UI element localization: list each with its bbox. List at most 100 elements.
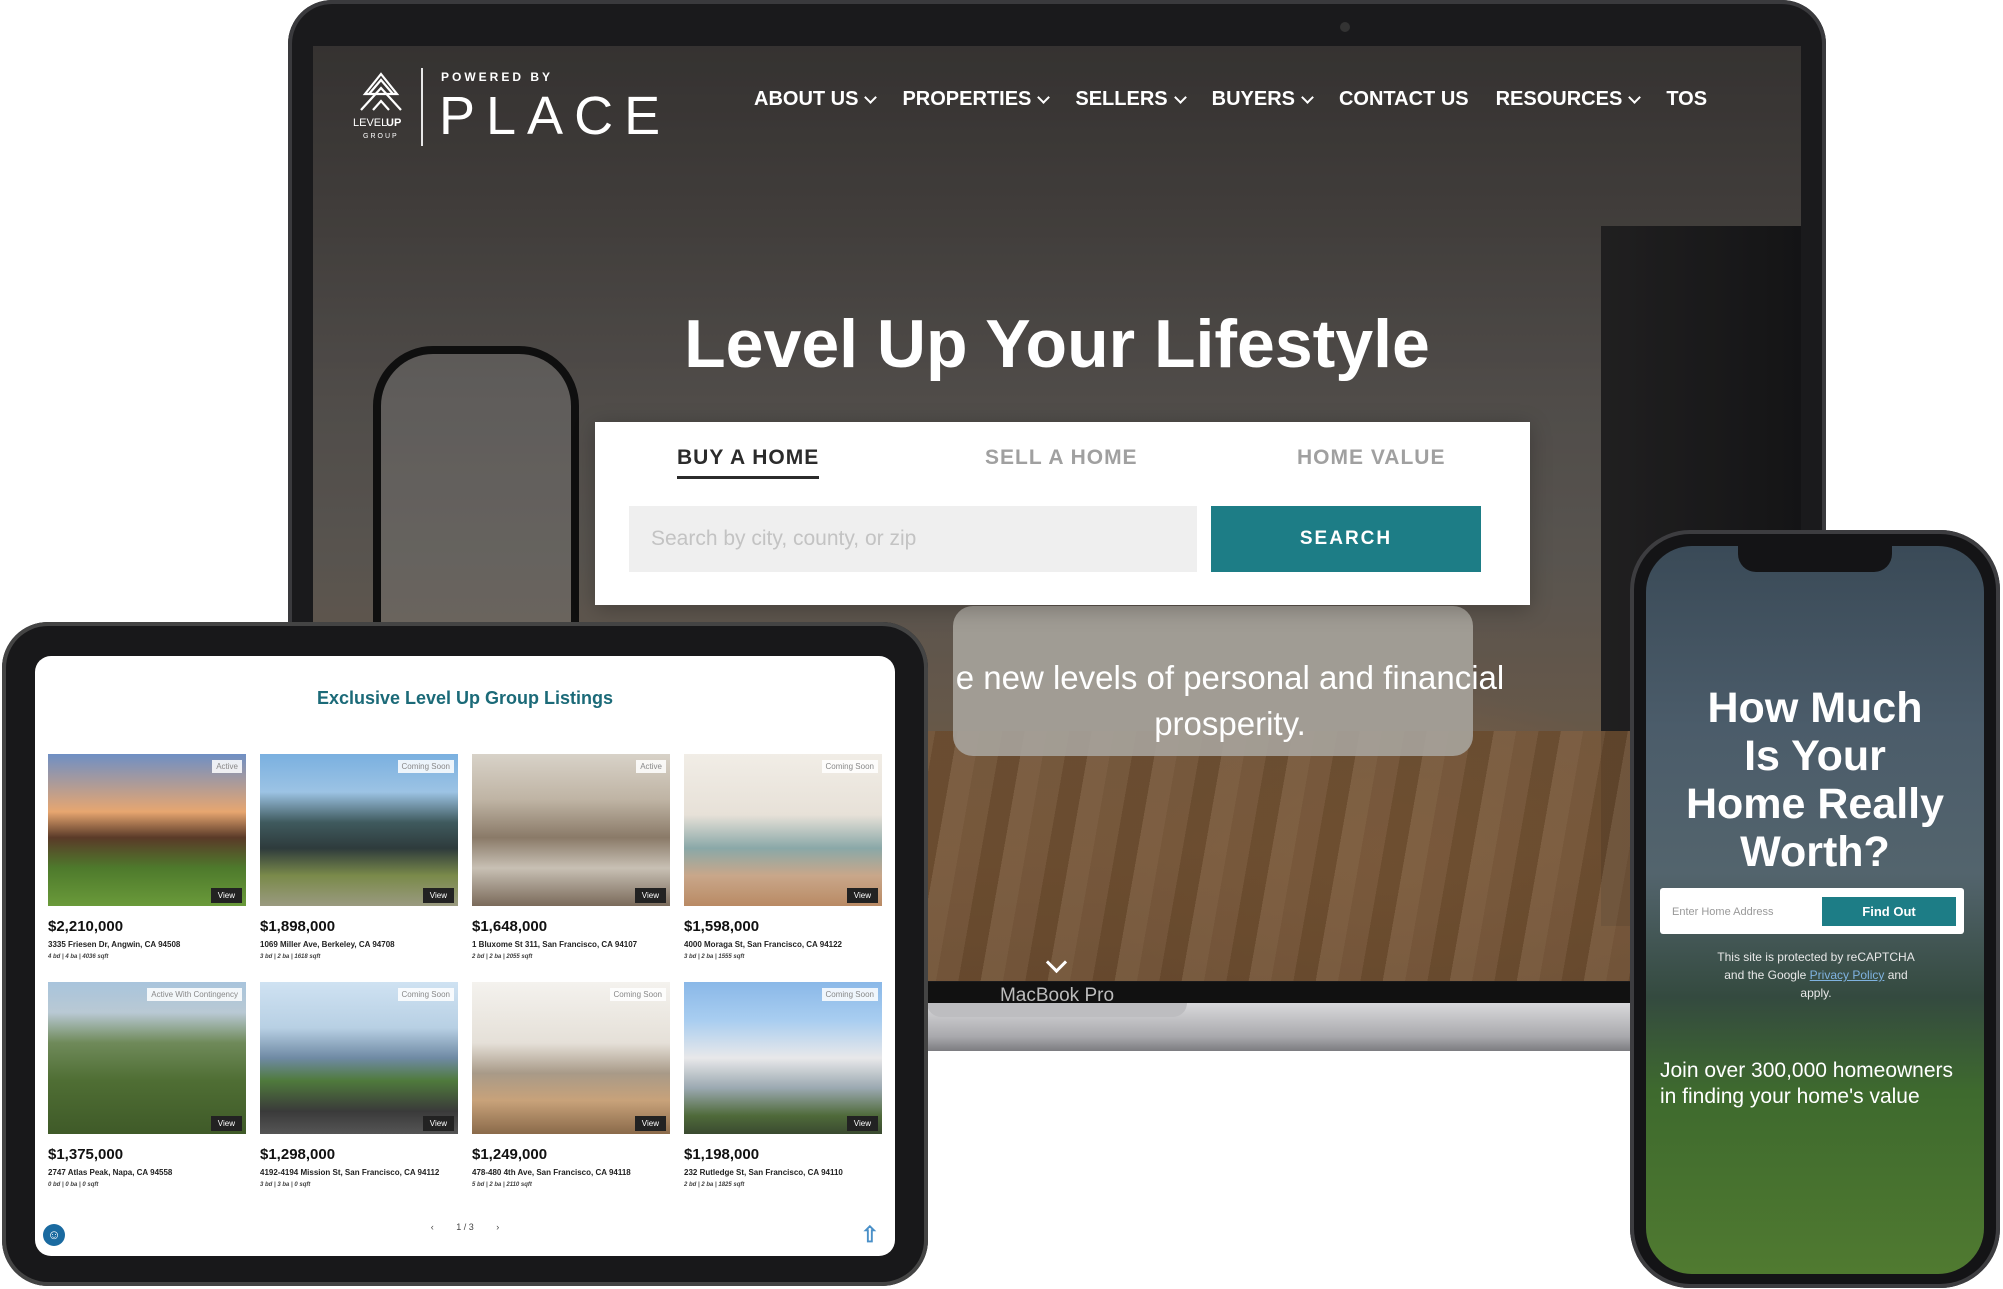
recaptcha-notice: This site is protected by reCAPTCHA and … bbox=[1717, 950, 1915, 1000]
listing-address: 478-480 4th Ave, San Francisco, CA 94118 bbox=[472, 1168, 631, 1177]
chevron-down-icon bbox=[1037, 90, 1051, 104]
pagination: ‹ 1 / 3 › bbox=[35, 1222, 895, 1232]
search-input[interactable] bbox=[629, 506, 1197, 572]
listing-address: 4192-4194 Mission St, San Francisco, CA … bbox=[260, 1168, 440, 1177]
phone-headline: How Much Is Your Home Really Worth? bbox=[1685, 684, 1945, 876]
status-badge: Coming Soon bbox=[609, 988, 666, 1001]
listing-address: 232 Rutledge St, San Francisco, CA 94110 bbox=[684, 1168, 843, 1177]
listings-heading: Exclusive Level Up Group Listings bbox=[316, 688, 614, 708]
listing-price: $1,598,000 bbox=[684, 918, 760, 935]
scroll-to-top-arrow-icon[interactable]: ⇧ bbox=[861, 1222, 879, 1248]
pager-page-indicator: 1 / 3 bbox=[456, 1222, 474, 1232]
logo-brand-place: PLACE bbox=[439, 86, 672, 146]
listing-address: 4000 Moraga St, San Francisco, CA 94122 bbox=[684, 940, 842, 949]
listing-specs: 3 bd | 3 ba | 0 sqft bbox=[260, 1182, 311, 1188]
tablet-screen: Exclusive Level Up Group Listings Active… bbox=[35, 656, 895, 1256]
hero-subtitle: e new levels of personal and financial p… bbox=[920, 655, 1540, 747]
logo-mark-group: GROUP bbox=[363, 133, 399, 140]
view-button[interactable]: View bbox=[210, 888, 242, 903]
phone-screen: How Much Is Your Home Really Worth? Find… bbox=[1646, 546, 1984, 1274]
laptop-notch bbox=[927, 1003, 1187, 1017]
find-out-button[interactable]: Find Out bbox=[1822, 897, 1956, 926]
listing-photo[interactable] bbox=[684, 982, 882, 1134]
listing-specs: 2 bd | 2 ba | 1825 sqft bbox=[684, 1182, 745, 1188]
listing-address: 1069 Miller Ave, Berkeley, CA 94708 bbox=[260, 940, 395, 949]
status-badge: Coming Soon bbox=[397, 760, 454, 773]
listing-card[interactable]: Coming Soon View $1,198,000 232 Rutledge… bbox=[684, 982, 882, 1197]
chevron-down-icon bbox=[864, 90, 878, 104]
phone-notch bbox=[1738, 546, 1892, 572]
tab-buy-a-home[interactable]: BUY A HOME bbox=[677, 446, 820, 479]
chevron-down-icon bbox=[1628, 90, 1642, 104]
listing-card[interactable]: Coming Soon View $1,598,000 4000 Moraga … bbox=[684, 754, 882, 969]
chevron-down-icon bbox=[1301, 90, 1314, 104]
listing-photo[interactable] bbox=[260, 982, 458, 1134]
hero-title: Level Up Your Lifestyle bbox=[684, 306, 1430, 382]
listing-card[interactable]: Active View $1,648,000 1 Bluxome St 311,… bbox=[472, 754, 670, 969]
site-logo[interactable]: LEVEL UP GROUP POWERED BY PLACE bbox=[351, 68, 660, 146]
listing-specs: 4 bd | 4 ba | 4036 sqft bbox=[48, 954, 109, 960]
listing-photo[interactable] bbox=[472, 982, 670, 1134]
status-badge: Coming Soon bbox=[821, 760, 878, 773]
nav-properties[interactable]: PROPERTIES bbox=[902, 88, 1051, 111]
nav-tos[interactable]: TOS bbox=[1666, 88, 1707, 111]
listing-card[interactable]: Coming Soon View $1,298,000 4192-4194 Mi… bbox=[260, 982, 458, 1197]
view-button[interactable]: View bbox=[210, 1116, 242, 1131]
listing-specs: 2 bd | 2 ba | 2055 sqft bbox=[472, 954, 533, 960]
view-button[interactable]: View bbox=[422, 1116, 454, 1131]
pager-prev-icon[interactable]: ‹ bbox=[431, 1222, 434, 1232]
status-badge: Coming Soon bbox=[821, 988, 878, 1001]
listing-price: $1,249,000 bbox=[472, 1146, 548, 1163]
listing-photo[interactable] bbox=[260, 754, 458, 906]
listing-price: $1,648,000 bbox=[472, 918, 548, 935]
pager-next-icon[interactable]: › bbox=[496, 1222, 499, 1232]
listing-photo[interactable] bbox=[472, 754, 670, 906]
logo-mark-up: UP bbox=[386, 117, 401, 129]
view-button[interactable]: View bbox=[634, 1116, 666, 1131]
listing-card[interactable]: Active With Contingency View $1,375,000 … bbox=[48, 982, 246, 1197]
search-button[interactable]: SEARCH bbox=[1211, 506, 1481, 572]
listing-card[interactable]: Coming Soon View $1,898,000 1069 Miller … bbox=[260, 754, 458, 969]
listing-specs: 5 bd | 2 ba | 2110 sqft bbox=[472, 1182, 532, 1188]
listing-card[interactable]: Active View $2,210,000 3335 Friesen Dr, … bbox=[48, 754, 246, 969]
listing-price: $2,210,000 bbox=[48, 918, 124, 935]
status-badge: Active With Contingency bbox=[147, 988, 242, 1001]
listing-price: $1,375,000 bbox=[48, 1146, 124, 1163]
listing-price: $1,298,000 bbox=[260, 1146, 336, 1163]
level-up-group-logo-icon: LEVEL UP GROUP bbox=[353, 72, 402, 140]
listing-specs: 3 bd | 2 ba | 1555 sqft bbox=[684, 954, 745, 960]
listing-photo[interactable] bbox=[48, 982, 246, 1134]
view-button[interactable]: View bbox=[634, 888, 666, 903]
view-button[interactable]: View bbox=[846, 888, 878, 903]
chevron-down-icon bbox=[1173, 90, 1187, 104]
nav-about-us[interactable]: ABOUT US bbox=[754, 88, 878, 111]
home-address-input[interactable] bbox=[1670, 888, 1834, 936]
listing-price: $1,898,000 bbox=[260, 918, 336, 935]
listing-address: 1 Bluxome St 311, San Francisco, CA 9410… bbox=[472, 940, 638, 949]
nav-contact-us[interactable]: CONTACT US bbox=[1339, 88, 1469, 111]
privacy-policy-link[interactable]: Privacy Policy bbox=[1810, 968, 1885, 982]
view-button[interactable]: View bbox=[422, 888, 454, 903]
listing-photo[interactable] bbox=[684, 754, 882, 906]
listing-specs: 0 bd | 0 ba | 0 sqft bbox=[48, 1182, 99, 1188]
listing-card[interactable]: Coming Soon View $1,249,000 478-480 4th … bbox=[472, 982, 670, 1197]
nav-sellers[interactable]: SELLERS bbox=[1075, 88, 1187, 111]
listing-photo[interactable] bbox=[48, 754, 246, 906]
listing-address: 2747 Atlas Peak, Napa, CA 94558 bbox=[48, 1168, 173, 1177]
listing-specs: 3 bd | 2 ba | 1618 sqft bbox=[260, 954, 321, 960]
status-badge: Active bbox=[636, 760, 666, 773]
tab-home-value[interactable]: HOME VALUE bbox=[1297, 446, 1445, 470]
accessibility-icon[interactable]: ☺ bbox=[43, 1224, 65, 1246]
hero-subtitle-line-1: e new levels of personal and financial bbox=[955, 659, 1505, 696]
tab-sell-a-home[interactable]: SELL A HOME bbox=[985, 446, 1138, 470]
home-value-form: Find Out bbox=[1660, 888, 1964, 936]
logo-powered-by: POWERED BY bbox=[441, 70, 554, 84]
logo-divider bbox=[421, 68, 423, 146]
nav-resources[interactable]: RESOURCES bbox=[1496, 88, 1642, 111]
status-badge: Active bbox=[212, 760, 242, 773]
listing-price: $1,198,000 bbox=[684, 1146, 760, 1163]
logo-mark-level: LEVEL bbox=[353, 117, 387, 129]
view-button[interactable]: View bbox=[846, 1116, 878, 1131]
nav-buyers[interactable]: BUYERS bbox=[1212, 88, 1314, 111]
laptop-camera bbox=[1340, 22, 1350, 32]
